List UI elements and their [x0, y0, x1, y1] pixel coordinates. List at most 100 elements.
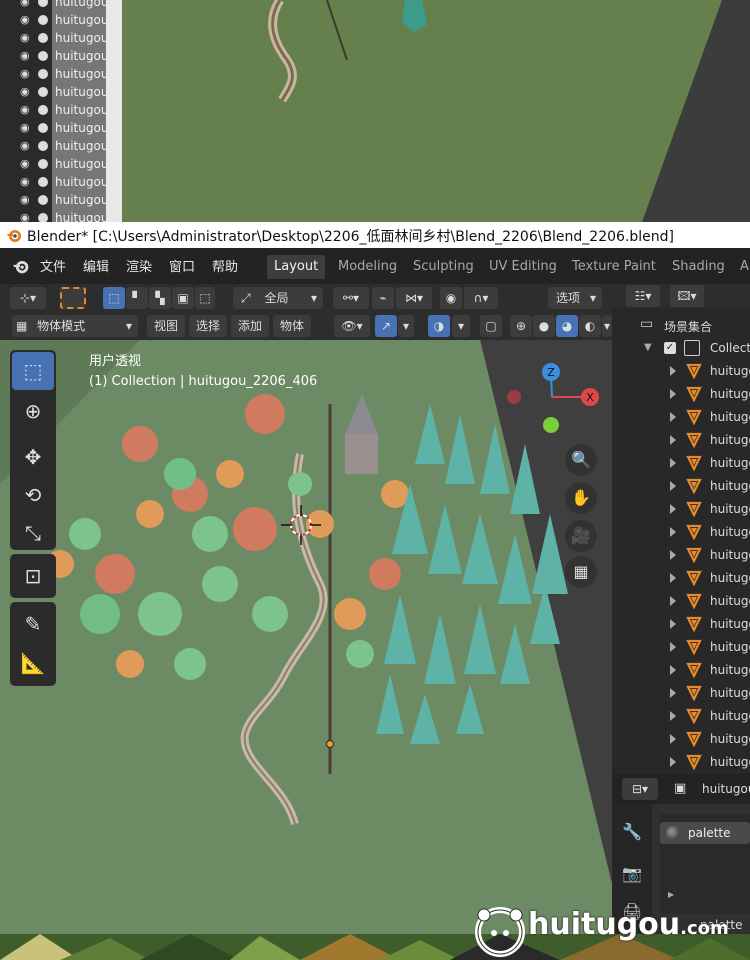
outliner-object-row[interactable]: huitugo	[612, 383, 750, 406]
outliner-object-row[interactable]: huitugo	[612, 475, 750, 498]
chevron-down-icon[interactable]: ▾	[602, 315, 612, 337]
menu-add[interactable]: 添加	[231, 315, 269, 337]
outliner-object-row[interactable]: huitugo	[612, 613, 750, 636]
snap-increment-dropdown[interactable]: ⋈▾	[396, 287, 432, 309]
chevron-down-icon[interactable]: ▾	[398, 315, 414, 337]
select-mode-intersect-icon[interactable]: ⬚	[195, 287, 215, 309]
menu-render[interactable]: 渲染	[126, 256, 152, 275]
expand-arrow-icon[interactable]	[670, 757, 676, 767]
wireframe-shading-icon[interactable]: ⊕	[510, 315, 532, 337]
outliner-object-row[interactable]: huitugo	[612, 590, 750, 613]
visibility-eye-dropdown[interactable]: 👁▾	[334, 315, 370, 337]
move-tool-icon[interactable]: ✥	[12, 438, 54, 476]
outliner-object-row[interactable]: huitugo	[612, 544, 750, 567]
menu-edit[interactable]: 编辑	[83, 256, 109, 275]
tab-modeling[interactable]: Modeling	[331, 255, 404, 279]
rendered-shading-icon[interactable]: ◐	[579, 315, 601, 337]
options-dropdown[interactable]: 选项 ▾	[548, 287, 602, 309]
snap-toggle-icon[interactable]: ⌁	[372, 287, 394, 309]
zoom-icon[interactable]: 🔍	[565, 444, 597, 476]
expand-arrow-icon[interactable]	[670, 642, 676, 652]
collection-row[interactable]: ▼ ✓ Collection	[612, 337, 750, 360]
expand-arrow-icon[interactable]	[670, 619, 676, 629]
select-box-tool-icon[interactable]: ⬚	[12, 352, 54, 390]
menu-help[interactable]: 帮助	[212, 256, 238, 275]
falloff-dropdown[interactable]: ∩▾	[464, 287, 498, 309]
display-mode-dropdown[interactable]: ☷▾	[626, 285, 660, 307]
menu-file[interactable]: 文件	[40, 256, 66, 275]
tab-animation-cut[interactable]: Ai	[733, 255, 750, 279]
solid-shading-icon[interactable]: ●	[533, 315, 555, 337]
expand-arrow-icon[interactable]	[670, 458, 676, 468]
material-preview-shading-icon[interactable]: ◕	[556, 315, 578, 337]
outliner-object-row[interactable]: huitugo	[612, 636, 750, 659]
snap-target-dropdown[interactable]: ⚯▾	[333, 287, 369, 309]
material-slot-palette[interactable]: palette	[660, 822, 750, 844]
select-mode-subtract-icon[interactable]: ▚	[149, 287, 171, 309]
tab-layout[interactable]: Layout	[267, 255, 326, 279]
outliner-object-row[interactable]: huitugo	[612, 452, 750, 475]
expand-arrow-icon[interactable]	[670, 389, 676, 399]
expand-arrow-icon[interactable]	[670, 596, 676, 606]
measure-tool-icon[interactable]: 📐	[12, 644, 54, 682]
expand-arrow-icon[interactable]	[670, 366, 676, 376]
overlays-toggle-icon[interactable]: ◑	[428, 315, 450, 337]
blender-menu-icon[interactable]	[12, 257, 30, 275]
outliner-object-row[interactable]: huitugo	[612, 705, 750, 728]
select-box-tool-icon[interactable]	[60, 287, 86, 309]
outliner-object-row[interactable]: huitugo	[612, 567, 750, 590]
tab-texture-paint[interactable]: Texture Paint	[565, 255, 663, 279]
render-settings-icon[interactable]: 📷	[622, 864, 642, 883]
outliner-object-row[interactable]: huitugo	[612, 498, 750, 521]
3d-viewport[interactable]: ⊹▾ ⬚ ▘ ▚ ▣ ⬚ ⤢ 全局 ▾ ⚯▾ ⌁ ⋈▾ ◉ ∩▾ 选项 ▾ ▦ …	[0, 284, 612, 934]
outliner-object-row[interactable]: huitugo	[612, 682, 750, 705]
tab-sculpting[interactable]: Sculpting	[406, 255, 481, 279]
transform-orientation-dropdown[interactable]: ⤢ 全局 ▾	[233, 287, 323, 309]
outliner-object-row[interactable]: huitugo	[612, 751, 750, 774]
select-mode-new-icon[interactable]: ⬚	[103, 287, 125, 309]
annotate-tool-icon[interactable]: ✎	[12, 605, 54, 643]
select-mode-invert-icon[interactable]: ▣	[172, 287, 194, 309]
expand-arrow-icon[interactable]	[670, 527, 676, 537]
outliner-object-row[interactable]: huitugo	[612, 521, 750, 544]
cursor-tool-icon[interactable]: ⊕	[12, 392, 54, 430]
outliner-object-row[interactable]: huitugo	[612, 406, 750, 429]
expand-arrow-icon[interactable]	[670, 504, 676, 514]
gizmo-neg-x-axis[interactable]	[507, 390, 521, 404]
select-mode-extend-icon[interactable]: ▘	[126, 287, 148, 309]
rotate-tool-icon[interactable]: ⟲	[12, 476, 54, 514]
gizmo-y-axis[interactable]	[543, 417, 559, 433]
transform-tool-icon[interactable]: ⊡	[12, 557, 54, 595]
expand-arrow-icon[interactable]	[670, 412, 676, 422]
expand-arrow-icon[interactable]	[670, 435, 676, 445]
expand-arrow-icon[interactable]	[670, 550, 676, 560]
expand-arrow-icon[interactable]: ▼	[644, 342, 652, 353]
outliner-object-row[interactable]: huitugo	[612, 360, 750, 383]
scale-tool-icon[interactable]: ⤡	[12, 514, 54, 552]
expand-arrow-icon[interactable]	[670, 734, 676, 744]
tab-uv-editing[interactable]: UV Editing	[482, 255, 564, 279]
object-mode-dropdown[interactable]: ▦ 物体模式 ▾	[12, 315, 138, 337]
filter-dropdown[interactable]: 🖾▾	[670, 285, 704, 307]
xray-toggle-icon[interactable]: ▢	[480, 315, 502, 337]
scene-collection-row[interactable]: ▭ 场景集合	[612, 314, 750, 337]
proportional-edit-icon[interactable]: ◉	[440, 287, 462, 309]
outliner-object-row[interactable]: huitugo	[612, 659, 750, 682]
navigation-gizmo[interactable]: Z X	[500, 360, 604, 440]
outliner-object-row[interactable]: huitugo	[612, 728, 750, 751]
pan-hand-icon[interactable]: ✋	[565, 482, 597, 514]
transform-pivot-button[interactable]: ⊹▾	[10, 287, 46, 309]
expand-arrow-icon[interactable]	[670, 688, 676, 698]
menu-window[interactable]: 窗口	[169, 256, 195, 275]
orthographic-toggle-icon[interactable]: ▦	[565, 556, 597, 588]
expand-arrow-icon[interactable]	[670, 665, 676, 675]
expand-arrow-icon[interactable]	[670, 481, 676, 491]
tab-shading[interactable]: Shading	[665, 255, 732, 279]
menu-object[interactable]: 物体	[273, 315, 311, 337]
camera-view-icon[interactable]: 🎥	[565, 520, 597, 552]
chevron-down-icon[interactable]: ▾	[452, 315, 470, 337]
menu-select[interactable]: 选择	[189, 315, 227, 337]
tool-settings-icon[interactable]: 🔧	[622, 822, 642, 841]
expand-arrow-icon[interactable]	[670, 573, 676, 583]
menu-view[interactable]: 视图	[147, 315, 185, 337]
